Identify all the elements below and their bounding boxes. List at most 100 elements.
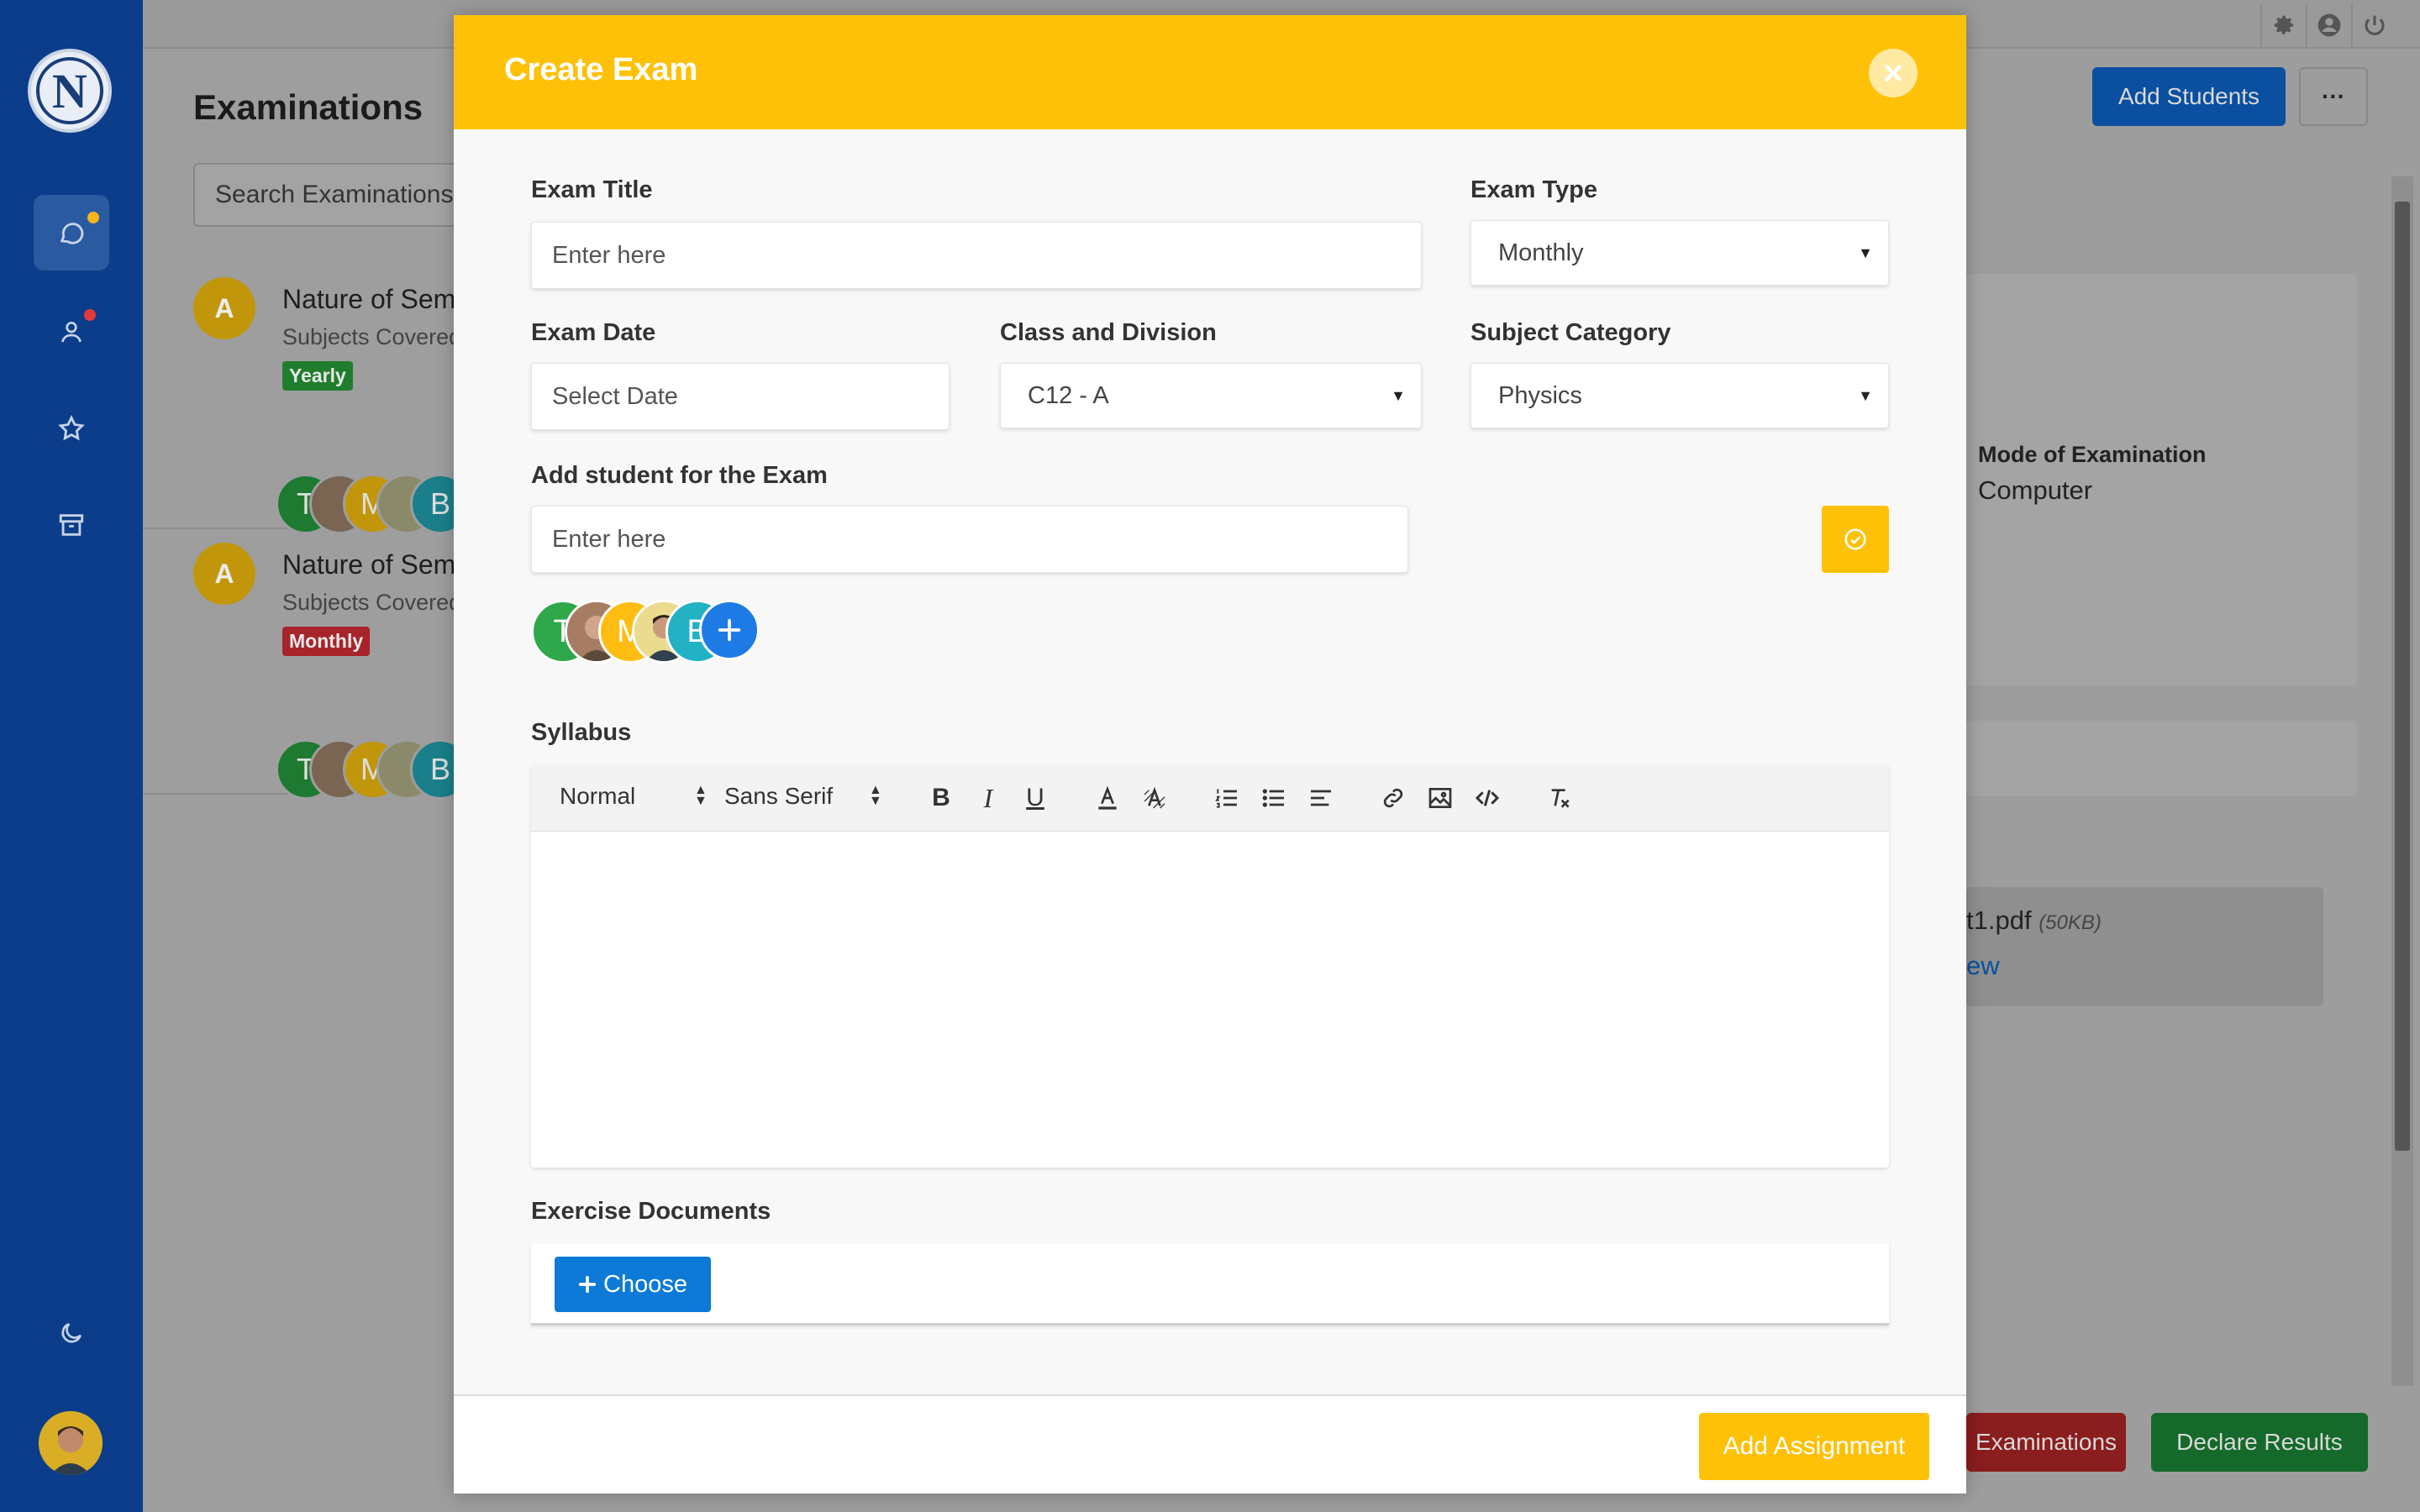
plus-icon <box>718 618 741 642</box>
italic-button[interactable]: I <box>973 783 1003 813</box>
confirm-student-button[interactable] <box>1822 506 1889 573</box>
logo-letter: N <box>36 57 103 124</box>
add-students-button[interactable]: Add Students <box>2092 67 2286 126</box>
italic-icon: I <box>983 782 993 813</box>
status-badge: Yearly <box>282 361 353 391</box>
sidebar-item-users[interactable] <box>34 294 109 370</box>
account-button[interactable] <box>2306 3 2351 47</box>
sidebar-item-archive[interactable] <box>34 487 109 563</box>
user-icon <box>61 322 82 343</box>
declare-results-button[interactable]: Declare Results <box>2151 1413 2368 1472</box>
exam-date-label: Exam Date <box>531 319 656 346</box>
font-select[interactable]: Sans Serif ▲ ▼ <box>724 783 882 810</box>
section-card <box>1966 721 2357 796</box>
sidebar-item-favorites[interactable] <box>34 391 109 466</box>
sidebar-item-chat[interactable] <box>34 195 109 270</box>
app-logo[interactable]: N <box>28 49 112 133</box>
exam-list-panel: Examinations Search Examinations A Natur… <box>143 49 593 1512</box>
background-color-button[interactable] <box>1139 783 1170 813</box>
underline-button[interactable]: U <box>1020 783 1050 813</box>
examinations-button[interactable]: Examinations <box>1966 1413 2126 1472</box>
exam-date-input[interactable]: Select Date <box>531 363 950 430</box>
image-button[interactable] <box>1425 783 1455 813</box>
chevron-down-icon: ▼ <box>1391 386 1406 404</box>
image-icon <box>1428 788 1452 808</box>
settings-button[interactable] <box>2260 3 2306 47</box>
exam-list-item[interactable]: A Nature of Semiconductors Subjects Cove… <box>143 264 593 534</box>
updown-icon: ▲ ▼ <box>694 783 708 808</box>
add-assignment-button[interactable]: Add Assignment <box>1699 1413 1929 1480</box>
close-icon <box>1885 65 1902 81</box>
choose-file-button[interactable]: Choose <box>555 1257 711 1312</box>
choose-label: Choose <box>603 1270 687 1298</box>
modal-title: Create Exam <box>504 52 698 87</box>
align-button[interactable] <box>1306 783 1336 813</box>
class-division-value: C12 - A <box>1028 381 1109 409</box>
link-button[interactable] <box>1378 783 1408 813</box>
add-student-input[interactable]: Enter here <box>531 506 1408 573</box>
modal-footer: Add Assignment <box>454 1394 1966 1494</box>
more-button[interactable]: ··· <box>2299 67 2368 126</box>
exam-avatar: A <box>193 543 255 605</box>
logout-button[interactable] <box>2351 3 2396 47</box>
clear-format-button[interactable] <box>1544 783 1575 813</box>
add-student-button[interactable] <box>699 600 760 660</box>
exam-info-card: Mode of Examination Computer <box>1966 274 2357 685</box>
archive-icon <box>59 514 84 536</box>
dark-mode-toggle[interactable] <box>34 1295 109 1371</box>
syllabus-editor: Normal ▲ ▼ Sans Serif ▲ ▼ B I U <box>531 764 1889 1168</box>
updown-icon: ▲ ▼ <box>869 783 882 808</box>
subject-category-select[interactable]: Physics ▼ <box>1470 363 1889 428</box>
exam-subtitle: Subjects Covered <box>282 324 462 349</box>
scroll-thumb[interactable] <box>2395 202 2410 1151</box>
mode-label: Mode of Examination <box>1978 442 2207 467</box>
account-icon <box>2317 13 2341 37</box>
link-icon <box>1383 788 1403 808</box>
page-title: Examinations <box>193 87 424 127</box>
ordered-list-icon <box>1215 789 1237 808</box>
close-button[interactable] <box>1869 49 1918 97</box>
exam-avatar: A <box>193 277 255 339</box>
exam-subtitle: Subjects Covered <box>282 590 462 615</box>
power-icon <box>2365 15 2385 35</box>
syllabus-text-area[interactable] <box>531 832 1889 1168</box>
text-color-icon <box>1098 785 1117 810</box>
star-icon <box>58 414 85 441</box>
exam-type-value: Monthly <box>1498 239 1584 266</box>
chat-icon <box>60 223 84 244</box>
add-student-label: Add student for the Exam <box>531 462 828 489</box>
exam-type-select[interactable]: Monthly ▼ <box>1470 220 1889 286</box>
file-size: (50KB) <box>2039 911 2102 934</box>
align-left-icon <box>1311 790 1331 806</box>
bold-button[interactable]: B <box>926 783 956 813</box>
modal-header: Create Exam <box>454 15 1966 129</box>
ordered-list-button[interactable] <box>1212 783 1242 813</box>
text-color-button[interactable] <box>1092 783 1123 813</box>
bold-icon: B <box>932 784 950 811</box>
syllabus-label: Syllabus <box>531 719 632 746</box>
notification-dot <box>84 309 96 321</box>
code-button[interactable] <box>1472 783 1502 813</box>
chevron-down-icon: ▼ <box>1858 244 1873 261</box>
bullet-list-button[interactable] <box>1259 783 1289 813</box>
plus-icon <box>578 1275 597 1294</box>
heading-select[interactable]: Normal ▲ ▼ <box>560 783 708 810</box>
file-name: t1.pdf (50KB) <box>1966 906 2102 935</box>
file-upload: Choose <box>531 1243 1889 1326</box>
editor-toolbar: Normal ▲ ▼ Sans Serif ▲ ▼ B I U <box>531 764 1889 832</box>
exam-list-item[interactable]: A Nature of Semiconductors Subjects Cove… <box>143 529 593 800</box>
class-division-select[interactable]: C12 - A ▼ <box>1000 363 1422 428</box>
mode-value: Computer <box>1978 475 2093 505</box>
bullet-list-icon <box>1262 789 1284 807</box>
create-exam-modal: Create Exam Exam Title Enter here Exam T… <box>454 15 1966 1494</box>
scrollbar[interactable] <box>2391 176 2413 1386</box>
search-input[interactable]: Search Examinations <box>193 163 471 227</box>
exam-type-label: Exam Type <box>1470 176 1597 203</box>
chevron-down-icon: ▼ <box>1858 386 1873 404</box>
exam-detail-panel: Add Students ··· Mode of Examination Com… <box>1966 49 2420 1512</box>
user-avatar[interactable] <box>39 1411 103 1475</box>
exam-title-label: Exam Title <box>531 176 653 203</box>
font-select-value: Sans Serif <box>724 783 834 809</box>
view-file-link[interactable]: ew <box>1966 951 2000 981</box>
exam-title-input[interactable]: Enter here <box>531 222 1422 289</box>
